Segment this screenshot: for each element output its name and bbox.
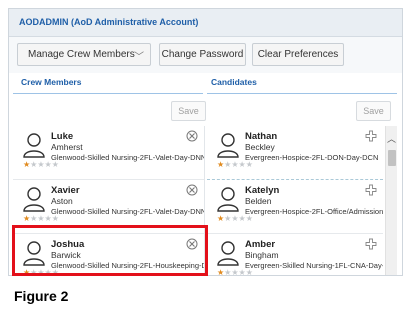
scrollbar-thumb[interactable] bbox=[388, 150, 396, 166]
rating-stars: ★★★★★ bbox=[217, 214, 253, 223]
candidate-last-name: Bingham bbox=[245, 250, 279, 260]
candidate-last-name: Belden bbox=[245, 196, 272, 206]
person-icon bbox=[217, 187, 239, 212]
crew-location: Glenwood-Skilled Nursing-2FL-Houskeeping… bbox=[51, 261, 204, 270]
divider bbox=[13, 93, 203, 94]
plus-icon[interactable] bbox=[365, 184, 377, 196]
crew-manager-panel: AODADMIN (AoD Administrative Account) Ma… bbox=[8, 8, 403, 276]
crew-location: Glenwood-Skilled Nursing-2FL-Valet-Day-D… bbox=[51, 153, 205, 162]
crew-first-name: Luke bbox=[51, 131, 74, 142]
person-icon bbox=[23, 187, 45, 212]
crew-card[interactable]: Luke Amherst Glenwood-Skilled Nursing-2F… bbox=[13, 126, 204, 180]
remove-circle-icon[interactable] bbox=[186, 238, 198, 250]
rating-stars: ★★★★★ bbox=[217, 268, 253, 276]
clear-preferences-button[interactable]: Clear Preferences bbox=[252, 43, 344, 66]
crew-location: Glenwood-Skilled Nursing-2FL-Valet-Day-D… bbox=[51, 207, 205, 216]
candidate-first-name: Amber bbox=[245, 239, 276, 250]
candidate-location: Evergreen-Hospice-2FL-Office/Admissions-… bbox=[245, 207, 383, 216]
chevron-up-icon[interactable]: ︿ bbox=[387, 132, 396, 145]
person-icon bbox=[23, 133, 45, 158]
person-icon bbox=[23, 241, 45, 266]
crew-card[interactable]: Xavier Aston Glenwood-Skilled Nursing-2F… bbox=[13, 180, 204, 234]
divider bbox=[207, 93, 397, 94]
crew-members-list: Luke Amherst Glenwood-Skilled Nursing-2F… bbox=[13, 126, 205, 276]
toolbar: Manage Crew Members ﹀ Change Password Cl… bbox=[9, 37, 402, 73]
candidate-first-name: Katelyn bbox=[245, 185, 280, 196]
figure-caption: Figure 2 bbox=[14, 288, 69, 304]
rating-stars: ★★★★★ bbox=[217, 160, 253, 169]
change-password-button[interactable]: Change Password bbox=[159, 43, 246, 66]
candidates-heading: Candidates bbox=[211, 77, 257, 87]
plus-icon[interactable] bbox=[365, 238, 377, 250]
candidate-first-name: Nathan bbox=[245, 131, 278, 142]
candidate-last-name: Beckley bbox=[245, 142, 275, 152]
remove-circle-icon[interactable] bbox=[186, 130, 198, 142]
candidate-card[interactable]: Nathan Beckley Evergreen-Hospice-2FL-DON… bbox=[207, 126, 383, 180]
crew-last-name: Aston bbox=[51, 196, 73, 206]
person-icon bbox=[217, 133, 239, 158]
plus-icon[interactable] bbox=[365, 130, 377, 142]
account-title: AODADMIN (AoD Administrative Account) bbox=[19, 17, 199, 27]
crew-card[interactable]: Joshua Barwick Glenwood-Skilled Nursing-… bbox=[13, 234, 204, 276]
candidate-location: Evergreen-Hospice-2FL-DON-Day-DCN bbox=[245, 153, 379, 162]
candidates-scrollbar[interactable]: ︿ bbox=[385, 126, 397, 275]
crew-first-name: Joshua bbox=[51, 239, 85, 250]
candidate-location: Evergreen-Skilled Nursing-1FL-CNA-Day-DC… bbox=[245, 261, 383, 270]
remove-circle-icon[interactable] bbox=[186, 184, 198, 196]
crew-save-button[interactable]: Save bbox=[171, 101, 206, 121]
candidates-list: Nathan Beckley Evergreen-Hospice-2FL-DON… bbox=[207, 126, 383, 276]
chevron-down-icon: ﹀ bbox=[134, 52, 144, 63]
candidates-save-button[interactable]: Save bbox=[356, 101, 391, 121]
account-header: AODADMIN (AoD Administrative Account) bbox=[9, 9, 402, 37]
person-icon bbox=[217, 241, 239, 266]
crew-members-heading: Crew Members bbox=[21, 77, 82, 87]
manage-crew-members-label: Manage Crew Members bbox=[28, 49, 135, 60]
candidate-card[interactable]: Katelyn Belden Evergreen-Hospice-2FL-Off… bbox=[207, 180, 383, 234]
crew-first-name: Xavier bbox=[51, 185, 80, 196]
rating-stars: ★★★★★ bbox=[23, 160, 59, 169]
rating-stars: ★★★★★ bbox=[23, 214, 59, 223]
crew-last-name: Amherst bbox=[51, 142, 83, 152]
rating-stars: ★★★★★ bbox=[23, 268, 59, 276]
manage-crew-members-dropdown[interactable]: Manage Crew Members ﹀ bbox=[17, 43, 151, 66]
crew-last-name: Barwick bbox=[51, 250, 81, 260]
candidate-card[interactable]: Amber Bingham Evergreen-Skilled Nursing-… bbox=[207, 234, 383, 276]
